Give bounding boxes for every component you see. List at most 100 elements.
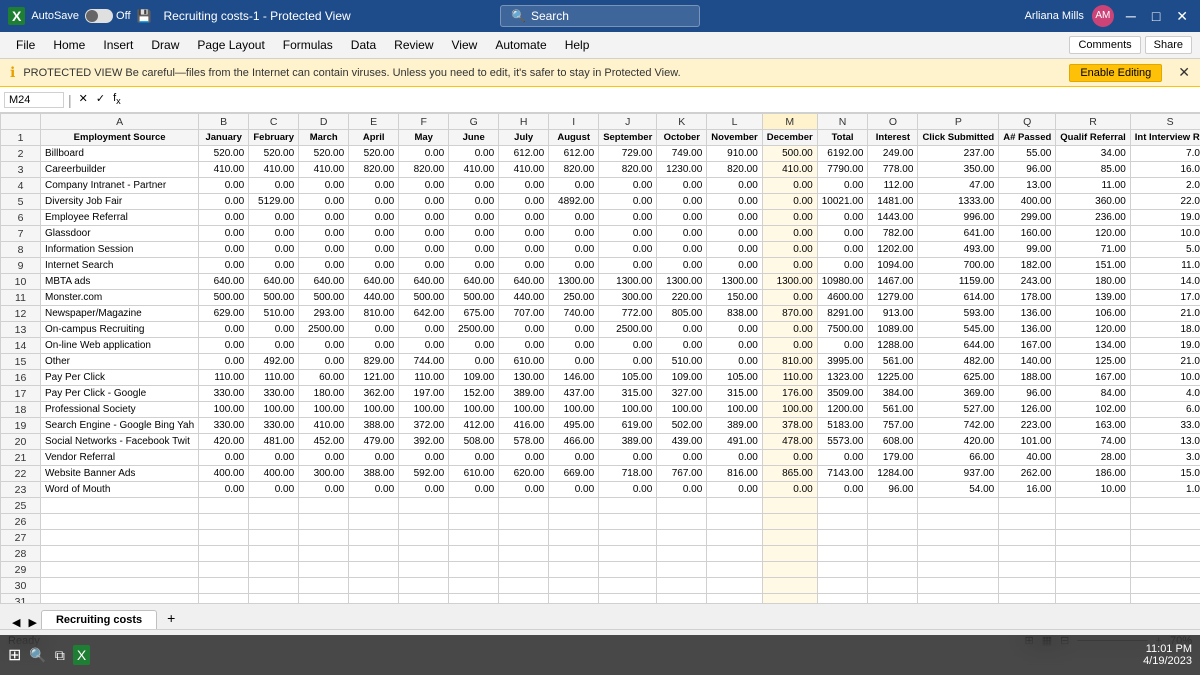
cell-714[interactable]: 0.00 (499, 338, 549, 354)
cell-186[interactable]: 19.00 (1130, 210, 1200, 226)
cell-99[interactable]: 0.00 (599, 258, 657, 274)
cell-217[interactable]: 330.00 (249, 386, 299, 402)
empty-cell-26-17[interactable] (1056, 514, 1130, 530)
cell-912[interactable]: 772.00 (599, 306, 657, 322)
cell-1113[interactable]: 0.00 (707, 322, 762, 338)
empty-cell-30-16[interactable] (999, 578, 1056, 594)
empty-cell-25-0[interactable] (41, 498, 199, 514)
cell-311[interactable]: 500.00 (299, 290, 349, 306)
cell-1810[interactable]: 14.00 (1130, 274, 1200, 290)
col-header-k[interactable]: K (657, 114, 707, 130)
empty-cell-25-11[interactable] (707, 498, 762, 514)
cell-a22[interactable]: Website Banner Ads (41, 466, 199, 482)
cell-1618[interactable]: 126.00 (999, 402, 1056, 418)
cell-917[interactable]: 315.00 (599, 386, 657, 402)
close-icon[interactable]: ✕ (1172, 8, 1192, 25)
empty-cell-28-15[interactable] (918, 546, 999, 562)
cell-1023[interactable]: 0.00 (657, 482, 707, 498)
cell-79[interactable]: 0.00 (499, 258, 549, 274)
cell-152[interactable]: 237.00 (918, 146, 999, 162)
cell-520[interactable]: 392.00 (399, 434, 449, 450)
menu-item-page layout[interactable]: Page Layout (189, 35, 272, 55)
empty-cell-27-2[interactable] (249, 530, 299, 546)
cell-1722[interactable]: 186.00 (1056, 466, 1130, 482)
cell-122[interactable]: 500.00 (762, 146, 817, 162)
cell-1718[interactable]: 102.00 (1056, 402, 1130, 418)
header-cell-0[interactable]: Employment Source (41, 130, 199, 146)
cell-1415[interactable]: 561.00 (868, 354, 918, 370)
cell-1721[interactable]: 28.00 (1056, 450, 1130, 466)
cell-1610[interactable]: 243.00 (999, 274, 1056, 290)
cell-513[interactable]: 0.00 (399, 322, 449, 338)
cell-114[interactable]: 0.00 (707, 178, 762, 194)
cell-1215[interactable]: 810.00 (762, 354, 817, 370)
empty-cell-30-4[interactable] (349, 578, 399, 594)
empty-cell-29-4[interactable] (349, 562, 399, 578)
col-header-n[interactable]: N (817, 114, 868, 130)
cell-1211[interactable]: 0.00 (762, 290, 817, 306)
empty-cell-28-16[interactable] (999, 546, 1056, 562)
col-header-f[interactable]: F (399, 114, 449, 130)
scroll-left-icon[interactable]: ◀ (8, 616, 24, 629)
cell-419[interactable]: 388.00 (349, 418, 399, 434)
empty-cell-28-17[interactable] (1056, 546, 1130, 562)
empty-cell-25-10[interactable] (657, 498, 707, 514)
cell-a21[interactable]: Vendor Referral (41, 450, 199, 466)
cell-a16[interactable]: Pay Per Click (41, 370, 199, 386)
cell-135[interactable]: 10021.00 (817, 194, 868, 210)
header-cell-12[interactable]: December (762, 130, 817, 146)
menu-item-help[interactable]: Help (557, 35, 598, 55)
col-header-d[interactable]: D (299, 114, 349, 130)
cell-413[interactable]: 0.00 (349, 322, 399, 338)
menu-item-insert[interactable]: Insert (95, 35, 141, 55)
header-cell-6[interactable]: June (449, 130, 499, 146)
cell-711[interactable]: 440.00 (499, 290, 549, 306)
empty-cell-30-12[interactable] (762, 578, 817, 594)
cell-184[interactable]: 2.00 (1130, 178, 1200, 194)
col-header-j[interactable]: J (599, 114, 657, 130)
cell-523[interactable]: 0.00 (399, 482, 449, 498)
cell-722[interactable]: 620.00 (499, 466, 549, 482)
header-cell-2[interactable]: February (249, 130, 299, 146)
cell-175[interactable]: 360.00 (1056, 194, 1130, 210)
cell-616[interactable]: 109.00 (449, 370, 499, 386)
cell-129[interactable]: 0.00 (762, 258, 817, 274)
cell-113[interactable]: 0.00 (199, 322, 249, 338)
cell-716[interactable]: 130.00 (499, 370, 549, 386)
cell-166[interactable]: 299.00 (999, 210, 1056, 226)
cell-1412[interactable]: 913.00 (868, 306, 918, 322)
header-cell-17[interactable]: Qualif Referral (1056, 130, 1130, 146)
cell-121[interactable]: 0.00 (199, 450, 249, 466)
cell-1510[interactable]: 1159.00 (918, 274, 999, 290)
empty-cell-26-1[interactable] (199, 514, 249, 530)
cell-84[interactable]: 0.00 (549, 178, 599, 194)
cell-1115[interactable]: 0.00 (707, 354, 762, 370)
empty-cell-31-7[interactable] (499, 594, 549, 604)
empty-cell-27-15[interactable] (918, 530, 999, 546)
col-header-g[interactable]: G (449, 114, 499, 130)
cell-920[interactable]: 389.00 (599, 434, 657, 450)
cell-320[interactable]: 452.00 (299, 434, 349, 450)
empty-cell-27-0[interactable] (41, 530, 199, 546)
cell-115[interactable]: 0.00 (707, 194, 762, 210)
cell-211[interactable]: 500.00 (249, 290, 299, 306)
cell-216[interactable]: 110.00 (249, 370, 299, 386)
empty-cell-30-7[interactable] (499, 578, 549, 594)
empty-cell-27-17[interactable] (1056, 530, 1130, 546)
cell-713[interactable]: 0.00 (499, 322, 549, 338)
cell-37[interactable]: 0.00 (299, 226, 349, 242)
cell-622[interactable]: 610.00 (449, 466, 499, 482)
autosave-toggle[interactable]: Off (85, 9, 130, 23)
cell-1121[interactable]: 0.00 (707, 450, 762, 466)
cell-45[interactable]: 0.00 (349, 194, 399, 210)
empty-cell-25-18[interactable] (1130, 498, 1200, 514)
cell-146[interactable]: 1443.00 (868, 210, 918, 226)
cell-822[interactable]: 669.00 (549, 466, 599, 482)
cell-1817[interactable]: 4.00 (1130, 386, 1200, 402)
empty-cell-27-5[interactable] (399, 530, 449, 546)
empty-cell-30-14[interactable] (868, 578, 918, 594)
cell-a7[interactable]: Glassdoor (41, 226, 199, 242)
cell-116[interactable]: 0.00 (707, 210, 762, 226)
header-cell-7[interactable]: July (499, 130, 549, 146)
cell-420[interactable]: 479.00 (349, 434, 399, 450)
